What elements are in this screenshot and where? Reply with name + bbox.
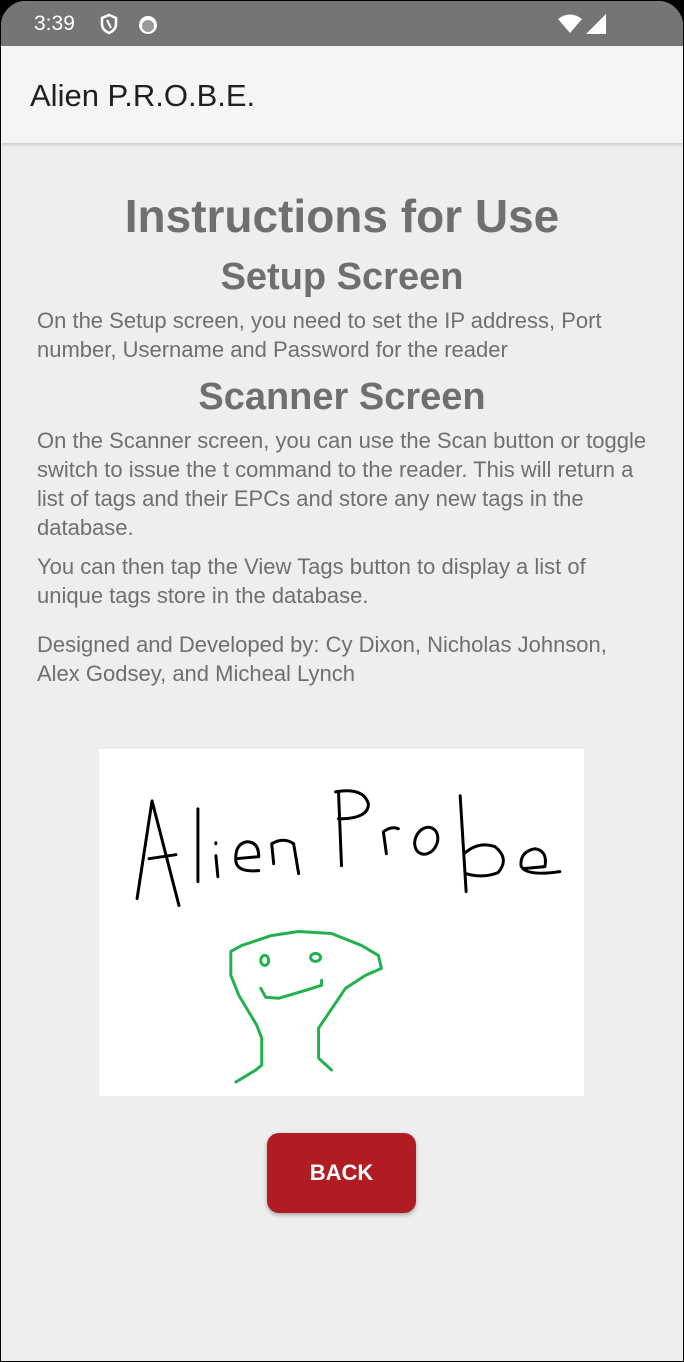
- credits: Designed and Developed by: Cy Dixon, Nic…: [37, 632, 607, 686]
- app-title: Alien P.R.O.B.E.: [30, 78, 256, 113]
- scanner-heading: Scanner Screen: [198, 376, 486, 418]
- back-button[interactable]: BACK: [267, 1133, 416, 1213]
- instructions: Instructions for Use Setup Screen On the…: [37, 186, 647, 698]
- cat-face-icon: [139, 16, 157, 34]
- setup-text: On the Setup screen, you need to set the…: [37, 308, 602, 362]
- scanner-text: On the Scanner screen, you can use the S…: [37, 428, 647, 540]
- alien-probe-logo: [99, 749, 584, 1096]
- screen: 3:39 Alien P.R.O.B.E. Instructions for U…: [0, 0, 684, 1362]
- status-bar: 3:39: [1, 1, 683, 46]
- page-title: Instructions for Use: [124, 190, 560, 242]
- scanner-text-2: You can then tap the View Tags button to…: [37, 554, 586, 608]
- status-time: 3:39: [34, 12, 75, 35]
- app-bar: Alien P.R.O.B.E.: [1, 46, 683, 143]
- cell-signal-icon: [586, 14, 606, 34]
- setup-heading: Setup Screen: [220, 256, 464, 298]
- shield-icon: [100, 13, 118, 35]
- wifi-icon: [558, 14, 582, 33]
